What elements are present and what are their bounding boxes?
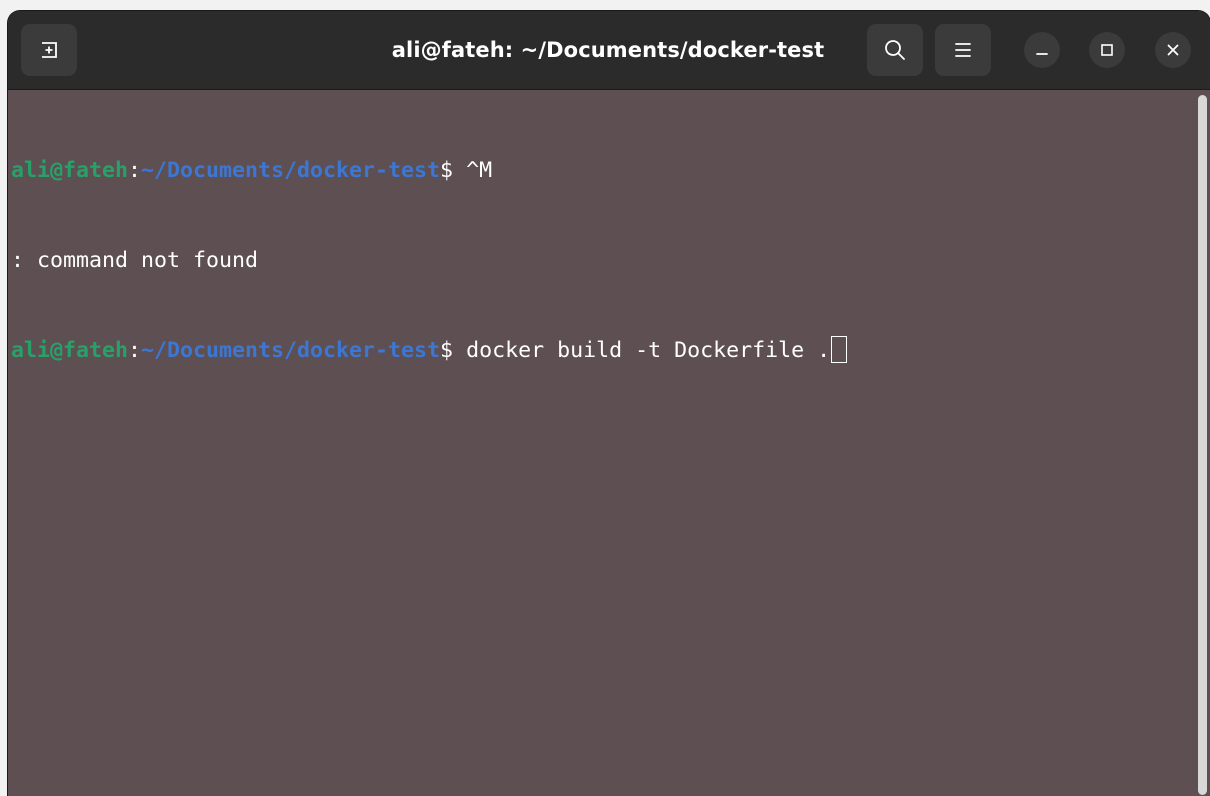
window-title: ali@fateh: ~/Documents/docker-test [391,38,825,62]
prompt-path: ~/Documents/docker-test [141,338,441,363]
search-icon [885,40,905,60]
terminal-line: : command not found [11,246,1194,276]
prompt-path: ~/Documents/docker-test [141,158,441,183]
text-cursor [831,336,848,363]
terminal-output[interactable]: ali@fateh:~/Documents/docker-test$ ^M : … [8,90,1194,796]
command-output: : command not found [11,248,259,273]
prompt-dollar: $ [440,338,467,363]
maximize-icon [1101,44,1113,56]
close-button[interactable] [1155,32,1191,68]
hamburger-menu-icon [955,43,971,57]
new-tab-icon [42,42,57,58]
terminal-window: ali@fateh: ~/Documents/docker-test ali@f… [8,11,1210,796]
command-text: ^M [466,158,493,183]
scrollbar[interactable] [1198,95,1207,795]
search-button[interactable] [867,24,923,76]
prompt-colon: : [128,338,142,363]
menu-button[interactable] [935,24,991,76]
prompt-dollar: $ [440,158,467,183]
close-icon [1167,44,1179,56]
terminal-line: ali@fateh:~/Documents/docker-test$ docke… [11,336,1194,366]
prompt-user-host: ali@fateh [11,158,129,183]
prompt-colon: : [128,158,142,183]
title-bar: ali@fateh: ~/Documents/docker-test [8,11,1210,90]
minimize-icon [1036,53,1048,55]
prompt-user-host: ali@fateh [11,338,129,363]
new-tab-button[interactable] [21,24,77,76]
minimize-button[interactable] [1024,32,1060,68]
command-input[interactable]: docker build -t Dockerfile . [466,338,830,363]
terminal-line: ali@fateh:~/Documents/docker-test$ ^M [11,156,1194,186]
maximize-button[interactable] [1089,32,1125,68]
